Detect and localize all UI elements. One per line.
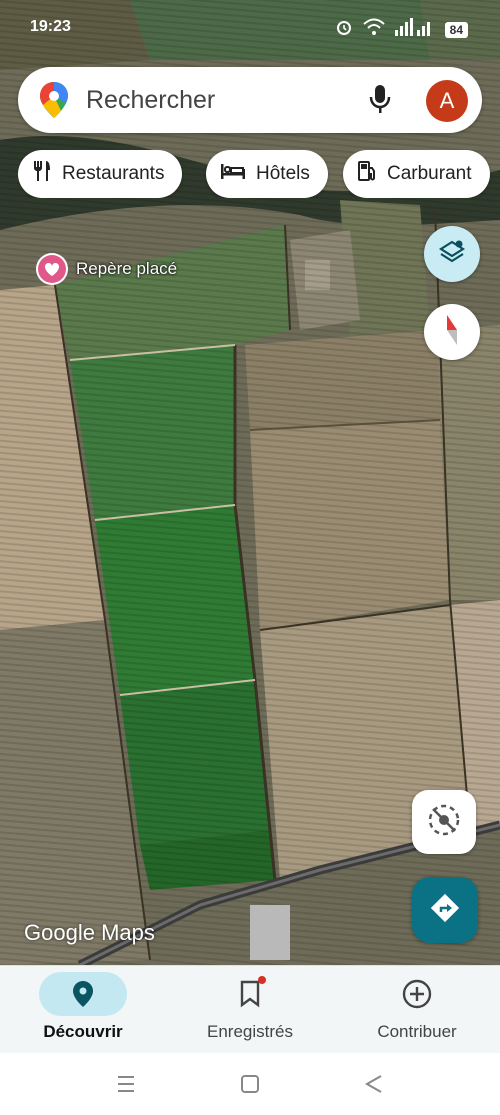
saved-place-marker[interactable]: Repère placé [36, 253, 177, 285]
clock: 19:23 [30, 18, 71, 35]
home-icon[interactable] [240, 1073, 260, 1100]
compass-button[interactable] [424, 304, 480, 360]
tab-contribuer[interactable]: Contribuer [334, 972, 500, 1052]
chip-hotels[interactable]: Hôtels [206, 150, 328, 198]
avatar[interactable]: A [426, 80, 468, 122]
chip-restaurants[interactable]: Restaurants [18, 150, 183, 198]
tab-decouvrir[interactable]: Découvrir [0, 972, 166, 1052]
compass-icon [441, 313, 463, 352]
notification-badge [258, 976, 266, 984]
location-off-icon [425, 801, 463, 844]
back-icon[interactable] [364, 1073, 384, 1100]
brand-google: Google [24, 920, 95, 945]
signal-icon [394, 18, 435, 41]
battery-indicator: 84 [444, 21, 468, 38]
google-maps-pin-icon [38, 81, 70, 124]
recenter-button[interactable] [412, 790, 476, 854]
layers-icon [438, 238, 466, 271]
tab-enregistres[interactable]: Enregistrés [167, 972, 333, 1052]
chip-label: Hôtels [256, 163, 310, 184]
category-chips: Restaurants Hôtels Carburant [18, 150, 500, 198]
search-bar[interactable]: Rechercher A [18, 67, 482, 133]
location-pin-icon [39, 972, 127, 1016]
wifi-icon [362, 18, 385, 41]
layers-button[interactable] [424, 226, 480, 282]
add-circle-icon [373, 972, 461, 1016]
search-input[interactable]: Rechercher [86, 86, 215, 115]
bed-icon [220, 162, 246, 186]
fork-knife-icon [32, 160, 52, 188]
status-icons: 84 [335, 18, 468, 41]
tab-label: Enregistrés [207, 1022, 293, 1041]
tab-label: Contribuer [377, 1022, 457, 1041]
directions-button[interactable] [412, 877, 478, 943]
alarm-icon [335, 18, 353, 41]
marker-label: Repère placé [76, 259, 178, 278]
fuel-pump-icon [357, 160, 377, 188]
microphone-icon[interactable] [368, 83, 392, 122]
chip-label: Carburant [387, 163, 472, 184]
google-maps-logo: Google Maps [24, 920, 155, 946]
tab-label: Découvrir [43, 1022, 123, 1041]
status-bar: 19:23 84 [0, 0, 500, 56]
heart-icon [36, 253, 68, 285]
directions-icon [430, 893, 460, 928]
menu-icon[interactable] [116, 1073, 136, 1100]
bottom-navigation: Découvrir Enregistrés Contribuer [0, 965, 500, 1053]
chip-fuel[interactable]: Carburant [343, 150, 490, 198]
chip-label: Restaurants [62, 163, 165, 184]
system-navigation-bar [0, 1053, 500, 1115]
bookmark-icon [206, 972, 294, 1016]
brand-maps: Maps [101, 920, 155, 945]
